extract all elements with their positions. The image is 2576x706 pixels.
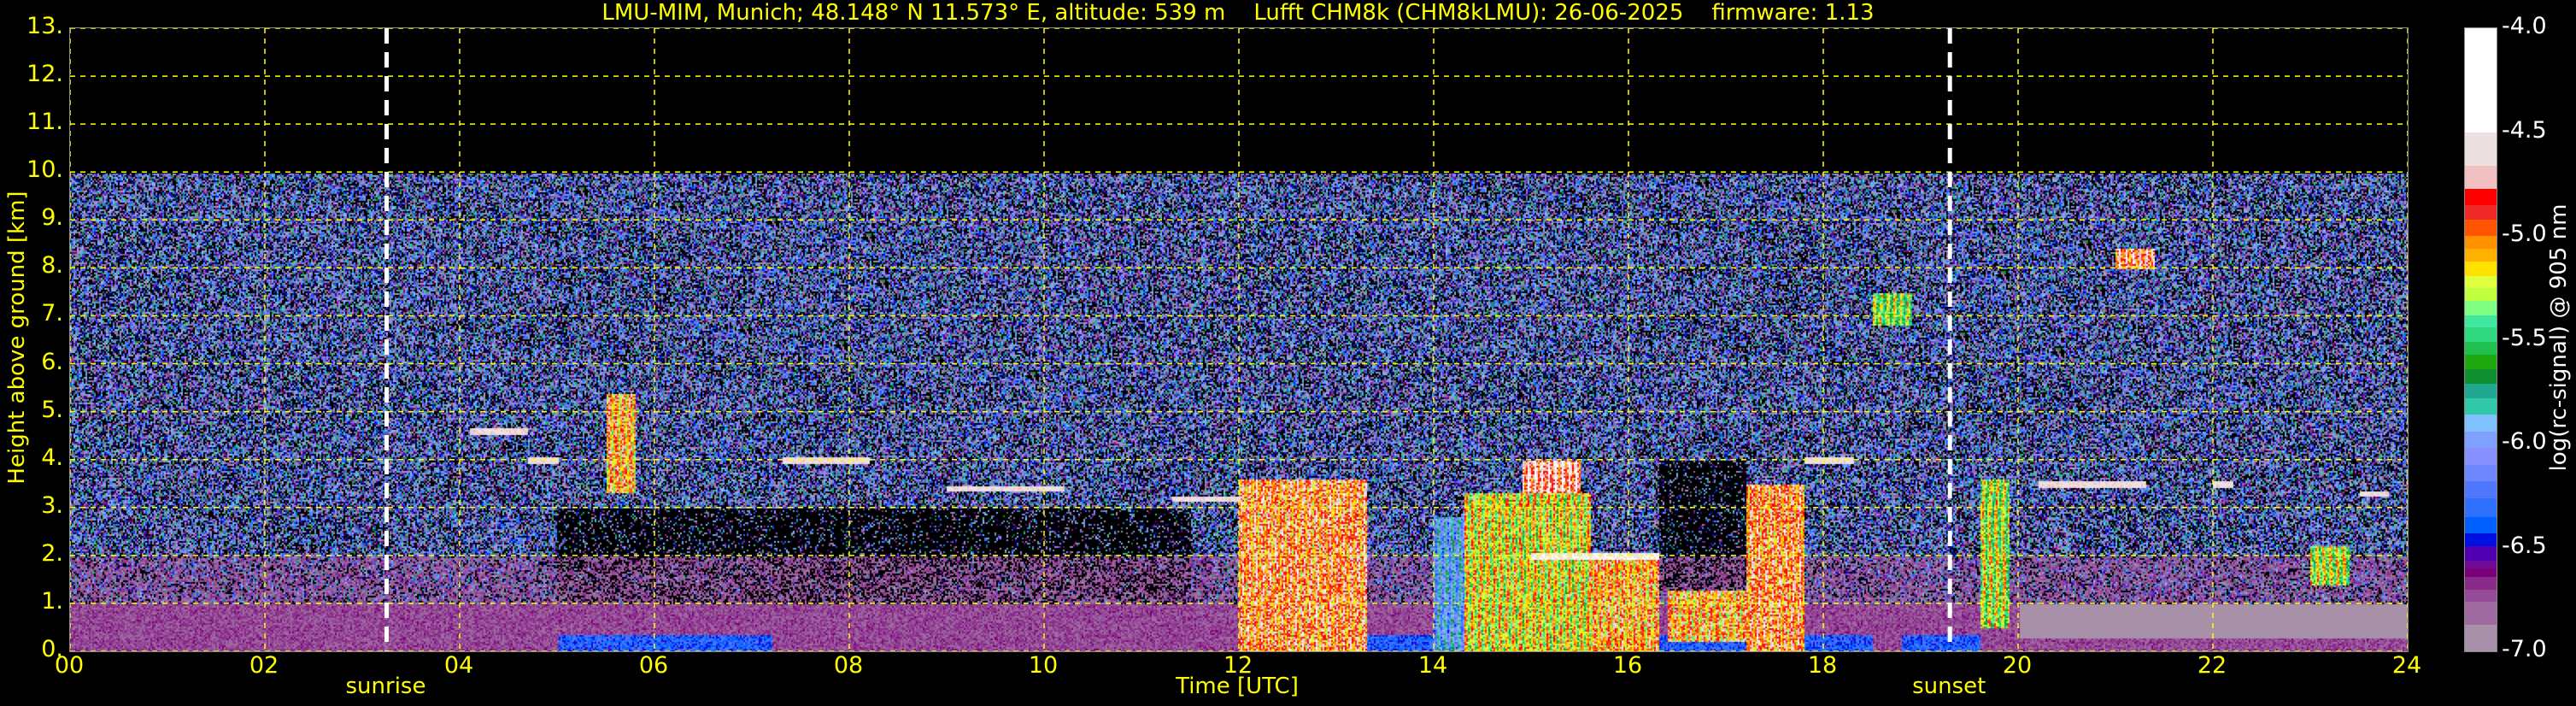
colorbar-tick-label: -6.0 [2502, 428, 2547, 455]
y-tick-label: 4. [41, 444, 63, 471]
colorbar-segment [2465, 132, 2497, 166]
colorbar-segment [2465, 204, 2497, 221]
chart-title: LMU-MIM, Munich; 48.148° N 11.573° E, al… [601, 0, 1875, 26]
sunrise-label: sunrise [345, 674, 426, 699]
colorbar-label: log(rc-signal) @ 905 nm [2546, 203, 2572, 472]
colorbar-tick-label: -4.0 [2502, 13, 2547, 39]
y-tick-label: 9. [41, 204, 63, 232]
colorbar-segment [2465, 532, 2497, 546]
colorbar-segment [2465, 480, 2497, 498]
colorbar-segment [2465, 383, 2497, 399]
colorbar-segment [2465, 327, 2497, 343]
x-tick-label: 08 [833, 652, 864, 679]
colorbar-segment [2465, 516, 2497, 533]
colorbar-segment [2465, 261, 2497, 276]
y-tick-label: 6. [41, 348, 63, 375]
colorbar-tick-label: -5.5 [2502, 324, 2547, 351]
colorbar-segment [2465, 165, 2497, 189]
colorbar-segment [2465, 414, 2497, 432]
colorbar-segment [2465, 188, 2497, 206]
colorbar-segment [2465, 545, 2497, 561]
y-tick-label: 1. [41, 587, 63, 615]
y-tick-label: 11. [26, 109, 63, 136]
x-tick-label: 02 [249, 652, 279, 679]
colorbar-segment [2465, 275, 2497, 289]
y-tick-label: 12. [26, 61, 63, 88]
colorbar-segment [2465, 624, 2497, 652]
colorbar-segment [2465, 560, 2497, 569]
colorbar-tick-label: -7.0 [2502, 636, 2547, 662]
x-tick-label: 22 [2197, 652, 2227, 679]
x-tick-label: 10 [1028, 652, 1059, 679]
colorbar-segment [2465, 464, 2497, 482]
colorbar-segment [2465, 341, 2497, 355]
x-tick-label: 14 [1417, 652, 1448, 679]
colorbar-segment [2465, 497, 2497, 517]
y-tick-label: 10. [26, 156, 63, 184]
x-axis-label: Time [UTC] [1176, 674, 1299, 699]
colorbar-segment [2465, 28, 2497, 132]
colorbar-segment [2465, 354, 2497, 369]
colorbar-tick-label: -5.0 [2502, 221, 2547, 247]
x-tick-label: 06 [638, 652, 669, 679]
y-tick-label: 13. [26, 13, 63, 39]
x-tick-label: 00 [54, 652, 85, 679]
colorbar-segment [2465, 568, 2497, 578]
y-tick-label: 3. [41, 491, 63, 519]
colorbar-tick-label: -4.5 [2502, 116, 2547, 144]
colorbar-segment [2465, 601, 2497, 625]
x-tick-label: 16 [1612, 652, 1643, 679]
colorbar-segment [2465, 219, 2497, 237]
grid-overlay [70, 28, 2408, 651]
colorbar-segment [2465, 368, 2497, 385]
colorbar-tick-label: -6.5 [2502, 532, 2547, 559]
y-tick-label: 2. [41, 539, 63, 567]
colorbar-segment [2465, 589, 2497, 603]
plot-area [69, 27, 2409, 652]
sunset-label: sunset [1912, 674, 1986, 699]
colorbar-segment [2465, 431, 2497, 449]
y-tick-label: 8. [41, 252, 63, 279]
colorbar-segment [2465, 248, 2497, 262]
colorbar-segment [2465, 576, 2497, 590]
colorbar-segment [2465, 397, 2497, 415]
colorbar-segment [2465, 447, 2497, 465]
colorbar-segment [2465, 300, 2497, 315]
x-tick-label: 18 [1807, 652, 1838, 679]
colorbar-segment [2465, 315, 2497, 328]
colorbar-segment [2465, 236, 2497, 250]
x-tick-label: 24 [2391, 652, 2422, 679]
colorbar [2464, 27, 2497, 652]
y-tick-label: 5. [41, 396, 63, 423]
colorbar-segment [2465, 287, 2497, 301]
y-tick-label: 7. [41, 300, 63, 327]
